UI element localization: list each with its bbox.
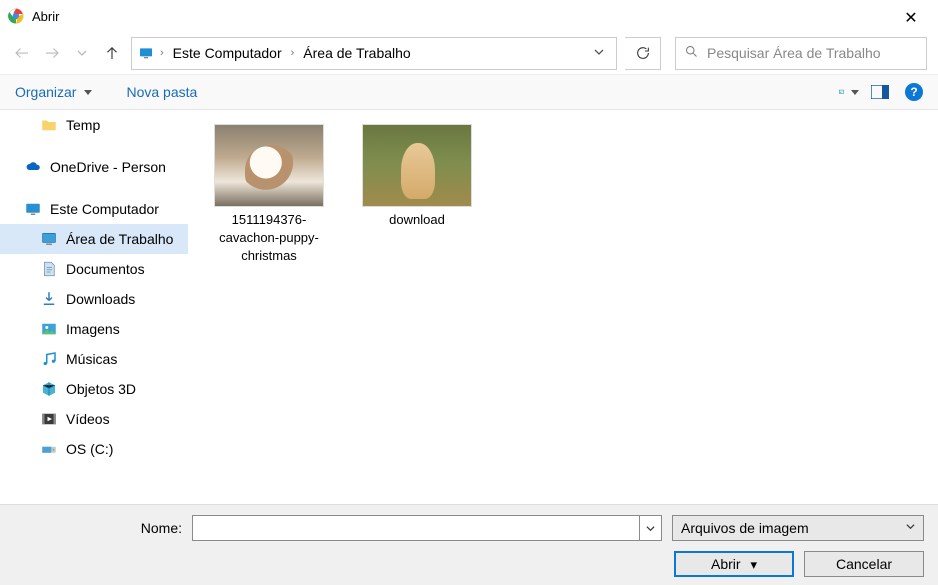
preview-pane-button[interactable] — [871, 82, 891, 102]
search-icon — [684, 44, 699, 62]
sidebar-item-disk[interactable]: OS (C:) — [0, 434, 188, 464]
file-item[interactable]: download — [356, 124, 478, 229]
sidebar-item-label: OneDrive - Person — [50, 159, 166, 175]
disk-icon — [40, 440, 58, 458]
filename-field[interactable] — [193, 520, 639, 536]
address-dropdown[interactable] — [588, 47, 610, 60]
chrome-icon — [8, 8, 24, 24]
chevron-down-icon — [906, 522, 915, 534]
documents-icon — [40, 260, 58, 278]
address-bar[interactable]: › Este Computador › Área de Trabalho — [131, 37, 617, 70]
back-button[interactable] — [11, 42, 33, 64]
objects3d-icon — [40, 380, 58, 398]
refresh-button[interactable] — [625, 37, 661, 70]
sidebar-item-label: Imagens — [66, 321, 120, 337]
sidebar-item-label: Este Computador — [50, 201, 159, 217]
sidebar-item-images[interactable]: Imagens — [0, 314, 188, 344]
filename-label: Nome: — [141, 520, 182, 536]
help-button[interactable]: ? — [905, 83, 923, 101]
music-icon — [40, 350, 58, 368]
search-input[interactable]: Pesquisar Área de Trabalho — [675, 37, 927, 70]
sidebar-item-label: Músicas — [66, 351, 117, 367]
new-folder-button[interactable]: Nova pasta — [126, 84, 197, 100]
title-bar: Abrir ✕ — [0, 0, 938, 32]
chevron-right-icon: › — [291, 47, 295, 59]
nav-bar: › Este Computador › Área de Trabalho Pes… — [0, 32, 938, 74]
file-thumbnail — [362, 124, 472, 207]
images-icon — [40, 320, 58, 338]
chevron-down-icon — [851, 90, 859, 95]
view-mode-button[interactable] — [839, 82, 859, 102]
history-dropdown[interactable] — [71, 42, 93, 64]
desktop-icon — [40, 230, 58, 248]
footer: Nome: Arquivos de imagem Abrir ▾ Cancela… — [0, 504, 938, 585]
downloads-icon — [40, 290, 58, 308]
sidebar-item-downloads[interactable]: Downloads — [0, 284, 188, 314]
chevron-down-icon — [84, 90, 92, 95]
filetype-dropdown[interactable]: Arquivos de imagem — [672, 515, 924, 541]
up-button[interactable] — [101, 42, 123, 64]
breadcrumb-item[interactable]: Área de Trabalho — [300, 45, 413, 61]
videos-icon — [40, 410, 58, 428]
toolbar: Organizar Nova pasta ? — [0, 74, 938, 110]
sidebar-item-pc[interactable]: Este Computador — [0, 194, 188, 224]
file-item[interactable]: 1511194376-cavachon-puppy-christmas — [208, 124, 330, 266]
window-title: Abrir — [32, 9, 59, 24]
search-placeholder: Pesquisar Área de Trabalho — [707, 45, 881, 61]
folder-icon — [40, 116, 58, 134]
sidebar-item-onedrive[interactable]: OneDrive - Person — [0, 152, 188, 182]
forward-button[interactable] — [41, 42, 63, 64]
sidebar-item-folder[interactable]: Temp — [0, 110, 188, 140]
open-button[interactable]: Abrir ▾ — [674, 551, 794, 577]
chevron-right-icon: › — [160, 47, 164, 59]
sidebar[interactable]: Temp OneDrive - Person Este Computador Área… — [0, 110, 188, 504]
sidebar-item-label: Temp — [66, 117, 100, 133]
close-button[interactable]: ✕ — [896, 8, 926, 28]
sidebar-item-label: Área de Trabalho — [66, 231, 173, 247]
sidebar-item-label: OS (C:) — [66, 441, 113, 457]
file-name: download — [389, 211, 445, 229]
cancel-button[interactable]: Cancelar — [804, 551, 924, 577]
organize-label: Organizar — [15, 84, 76, 100]
sidebar-item-label: Vídeos — [66, 411, 110, 427]
file-name: 1511194376-cavachon-puppy-christmas — [208, 211, 330, 266]
sidebar-item-music[interactable]: Músicas — [0, 344, 188, 374]
organize-menu[interactable]: Organizar — [15, 84, 92, 100]
file-thumbnail — [214, 124, 324, 207]
filetype-label: Arquivos de imagem — [681, 520, 809, 536]
onedrive-icon — [24, 158, 42, 176]
open-label: Abrir — [711, 556, 741, 572]
sidebar-item-label: Documentos — [66, 261, 145, 277]
pc-icon — [138, 45, 154, 61]
sidebar-item-desktop[interactable]: Área de Trabalho — [0, 224, 188, 254]
breadcrumb-item[interactable]: Este Computador — [170, 45, 285, 61]
filename-input[interactable] — [192, 515, 662, 541]
pc-icon — [24, 200, 42, 218]
sidebar-item-videos[interactable]: Vídeos — [0, 404, 188, 434]
sidebar-item-label: Downloads — [66, 291, 135, 307]
filename-dropdown[interactable] — [639, 516, 661, 540]
sidebar-item-objects3d[interactable]: Objetos 3D — [0, 374, 188, 404]
sidebar-item-label: Objetos 3D — [66, 381, 136, 397]
file-list[interactable]: 1511194376-cavachon-puppy-christmas downl… — [188, 110, 938, 504]
split-arrow-icon: ▾ — [750, 557, 757, 572]
sidebar-item-documents[interactable]: Documentos — [0, 254, 188, 284]
